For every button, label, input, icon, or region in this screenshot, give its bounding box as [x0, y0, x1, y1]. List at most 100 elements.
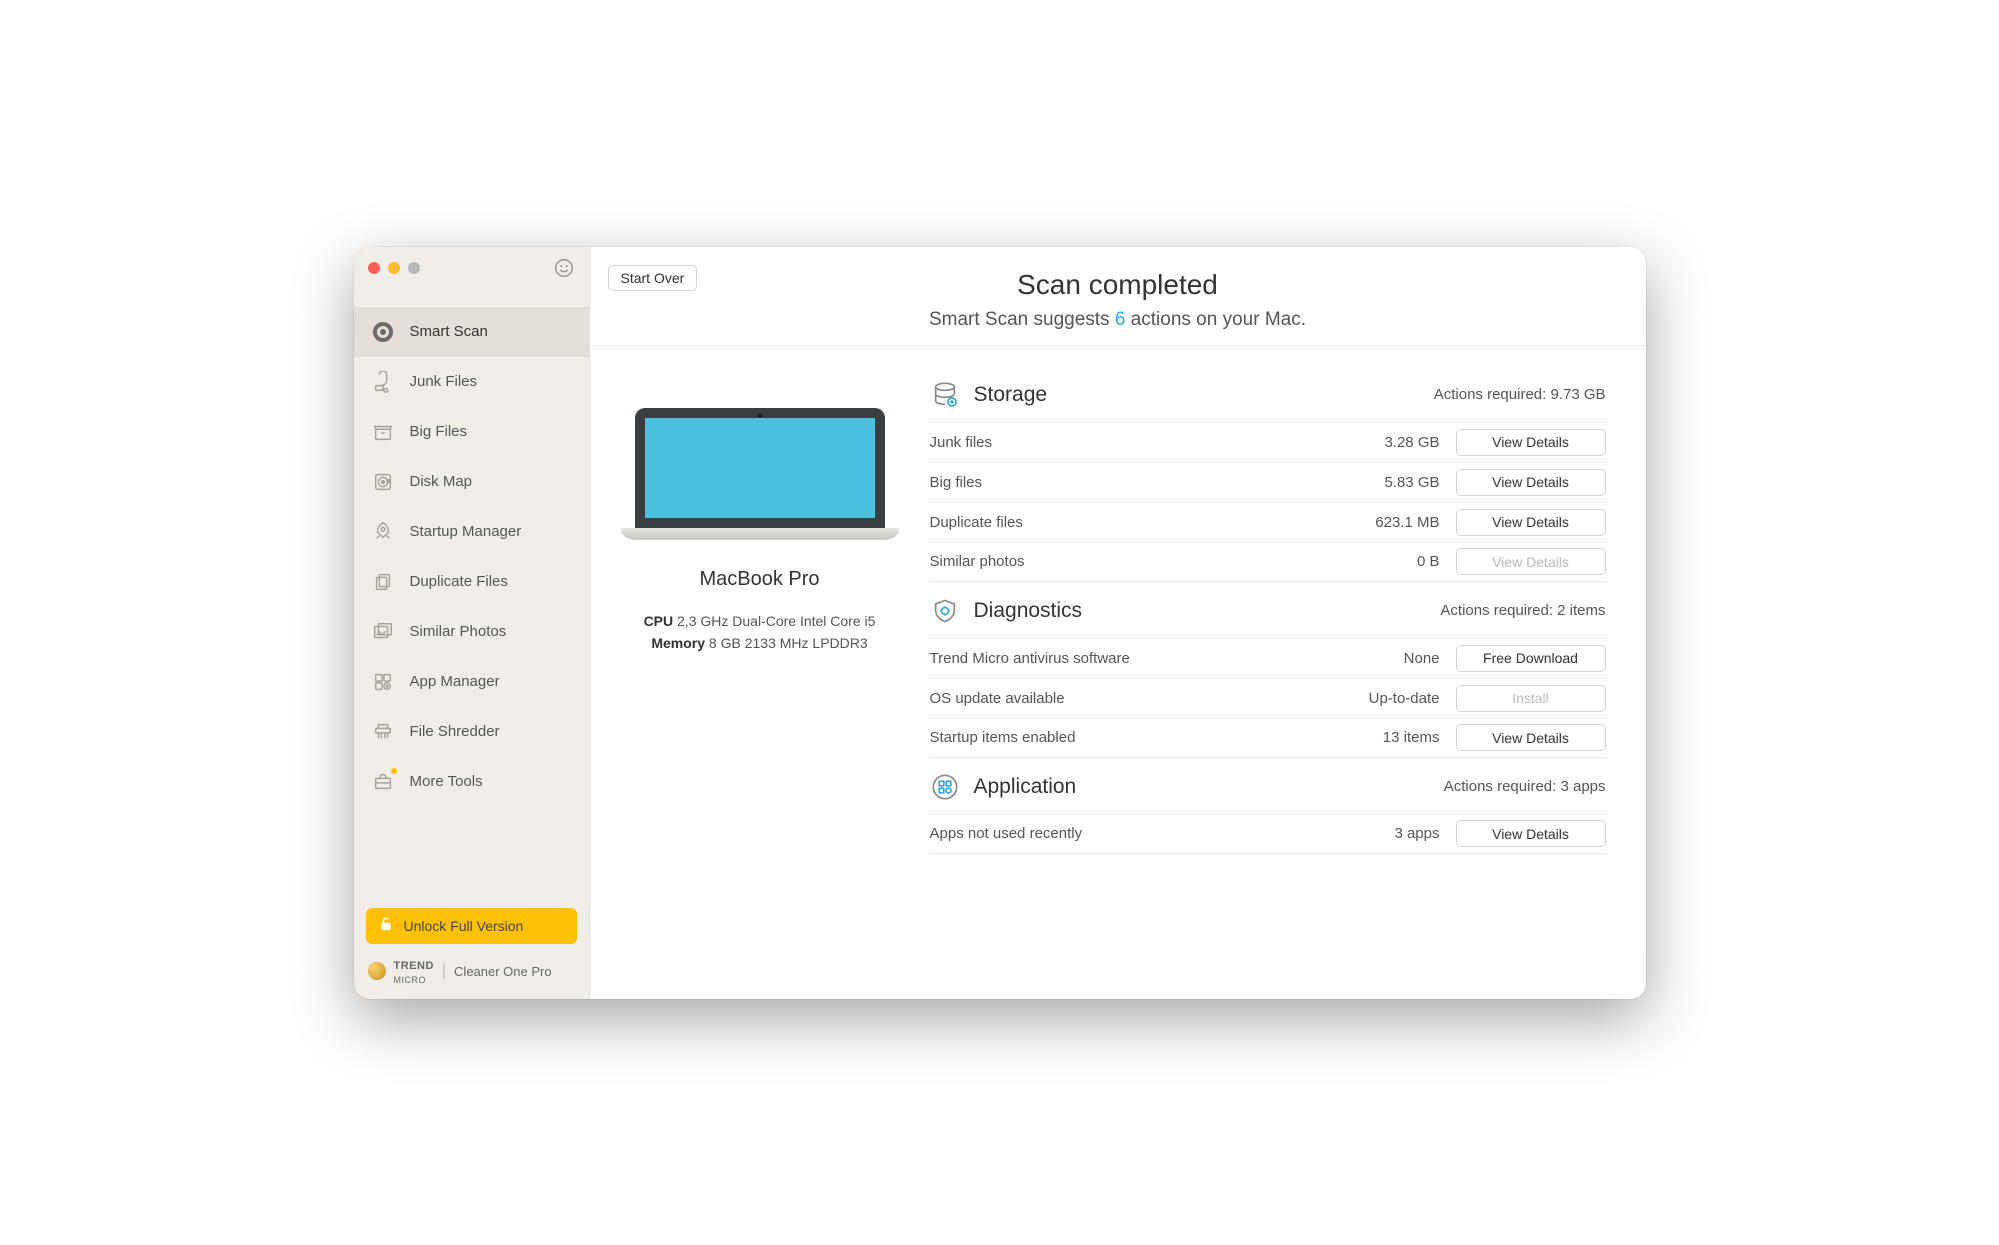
- nav-label: App Manager: [410, 673, 500, 690]
- row-value: 13 items: [1326, 729, 1456, 746]
- row-value: None: [1326, 650, 1456, 667]
- result-row: Similar photos0 BView Details: [930, 542, 1606, 582]
- sidebar-item-file-shredder[interactable]: File Shredder: [354, 707, 589, 757]
- row-action-button: Install: [1456, 685, 1606, 712]
- vacuum-icon: [370, 369, 396, 395]
- sidebar-item-similar-photos[interactable]: Similar Photos: [354, 607, 589, 657]
- nav-label: Smart Scan: [410, 323, 488, 340]
- row-value: 0 B: [1326, 553, 1456, 570]
- sidebar-item-app-manager[interactable]: App Manager: [354, 657, 589, 707]
- support-icon[interactable]: [553, 257, 575, 279]
- result-row: Junk files3.28 GBView Details: [930, 422, 1606, 462]
- sidebar: Smart Scan Junk Files Big Files Disk Map: [354, 247, 590, 999]
- sidebar-item-startup-manager[interactable]: Startup Manager: [354, 507, 589, 557]
- row-label: Big files: [930, 474, 1326, 491]
- row-value: Up-to-date: [1326, 690, 1456, 707]
- row-label: Startup items enabled: [930, 729, 1326, 746]
- nav-label: Disk Map: [410, 473, 473, 490]
- target-icon: [370, 319, 396, 345]
- row-action-button[interactable]: View Details: [1456, 820, 1606, 847]
- row-value: 5.83 GB: [1326, 474, 1456, 491]
- nav-label: Startup Manager: [410, 523, 522, 540]
- row-action-button[interactable]: View Details: [1456, 469, 1606, 496]
- disk-icon: [370, 469, 396, 495]
- result-row: Apps not used recently3 appsView Details: [930, 814, 1606, 854]
- box-icon: [370, 419, 396, 445]
- section-header-application: Application Actions required: 3 apps: [930, 758, 1606, 814]
- storage-icon: [930, 380, 960, 410]
- section-header-diagnostics: Diagnostics Actions required: 2 items: [930, 582, 1606, 638]
- minimize-window-button[interactable]: [388, 262, 400, 274]
- results-panel: Storage Actions required: 9.73 GB Junk f…: [930, 346, 1646, 999]
- row-value: 623.1 MB: [1326, 514, 1456, 531]
- result-row: OS update availableUp-to-dateInstall: [930, 678, 1606, 718]
- shredder-icon: [370, 719, 396, 745]
- brand-product: Cleaner One Pro: [454, 964, 552, 979]
- row-action-button[interactable]: Free Download: [1456, 645, 1606, 672]
- unlock-full-version-button[interactable]: Unlock Full Version: [366, 908, 577, 944]
- result-row: Trend Micro antivirus softwareNoneFree D…: [930, 638, 1606, 678]
- nav-list: Smart Scan Junk Files Big Files Disk Map: [354, 289, 589, 908]
- zoom-window-button[interactable]: [408, 262, 420, 274]
- row-label: OS update available: [930, 690, 1326, 707]
- app-window: Smart Scan Junk Files Big Files Disk Map: [354, 247, 1646, 999]
- result-row: Big files5.83 GBView Details: [930, 462, 1606, 502]
- row-label: Trend Micro antivirus software: [930, 650, 1326, 667]
- sidebar-item-junk-files[interactable]: Junk Files: [354, 357, 589, 407]
- nav-label: Duplicate Files: [410, 573, 508, 590]
- nav-label: Similar Photos: [410, 623, 507, 640]
- row-value: 3 apps: [1326, 825, 1456, 842]
- row-value: 3.28 GB: [1326, 434, 1456, 451]
- device-memory: Memory 8 GB 2133 MHz LPDDR3: [651, 635, 867, 651]
- close-window-button[interactable]: [368, 262, 380, 274]
- rocket-icon: [370, 519, 396, 545]
- briefcase-icon: [370, 769, 396, 795]
- nav-label: Junk Files: [410, 373, 478, 390]
- window-controls: [368, 262, 420, 274]
- row-action-button: View Details: [1456, 548, 1606, 575]
- sidebar-item-disk-map[interactable]: Disk Map: [354, 457, 589, 507]
- row-action-button[interactable]: View Details: [1456, 429, 1606, 456]
- section-requirement: Actions required: 2 items: [1440, 602, 1605, 619]
- result-row: Startup items enabled13 itemsView Detail…: [930, 718, 1606, 758]
- section-title: Diagnostics: [974, 599, 1083, 623]
- sidebar-item-duplicate-files[interactable]: Duplicate Files: [354, 557, 589, 607]
- section-title: Storage: [974, 383, 1048, 407]
- section-title: Application: [974, 775, 1077, 799]
- nav-label: File Shredder: [410, 723, 500, 740]
- duplicate-icon: [370, 569, 396, 595]
- brand-footer: TREND MICRO | Cleaner One Pro: [354, 958, 589, 999]
- brand-name-1: TREND: [394, 960, 434, 972]
- section-requirement: Actions required: 3 apps: [1444, 778, 1606, 795]
- device-panel: MacBook Pro CPU 2,3 GHz Dual-Core Intel …: [590, 346, 930, 999]
- row-label: Junk files: [930, 434, 1326, 451]
- titlebar: [354, 247, 589, 289]
- row-action-button[interactable]: View Details: [1456, 724, 1606, 751]
- page-title: Scan completed: [620, 269, 1616, 301]
- sidebar-item-big-files[interactable]: Big Files: [354, 407, 589, 457]
- device-cpu: CPU 2,3 GHz Dual-Core Intel Core i5: [644, 613, 876, 629]
- trend-micro-logo-icon: [368, 962, 386, 980]
- main-panel: Start Over Scan completed Smart Scan sug…: [590, 247, 1646, 999]
- row-label: Apps not used recently: [930, 825, 1326, 842]
- row-label: Duplicate files: [930, 514, 1326, 531]
- photos-icon: [370, 619, 396, 645]
- section-header-storage: Storage Actions required: 9.73 GB: [930, 366, 1606, 422]
- start-over-button[interactable]: Start Over: [608, 265, 698, 291]
- apps-icon: [370, 669, 396, 695]
- sidebar-item-smart-scan[interactable]: Smart Scan: [354, 307, 589, 357]
- lock-open-icon: [378, 916, 394, 935]
- application-icon: [930, 772, 960, 802]
- brand-separator: |: [442, 962, 446, 980]
- device-name: MacBook Pro: [699, 568, 819, 591]
- notification-dot-icon: [390, 767, 398, 775]
- diagnostics-icon: [930, 596, 960, 626]
- page-subtitle: Smart Scan suggests 6 actions on your Ma…: [620, 309, 1616, 331]
- sidebar-item-more-tools[interactable]: More Tools: [354, 757, 589, 807]
- main-header: Start Over Scan completed Smart Scan sug…: [590, 247, 1646, 346]
- action-count: 6: [1115, 309, 1126, 330]
- brand-name-2: MICRO: [394, 975, 427, 985]
- row-action-button[interactable]: View Details: [1456, 509, 1606, 536]
- main-body: MacBook Pro CPU 2,3 GHz Dual-Core Intel …: [590, 346, 1646, 999]
- laptop-illustration: [635, 408, 885, 540]
